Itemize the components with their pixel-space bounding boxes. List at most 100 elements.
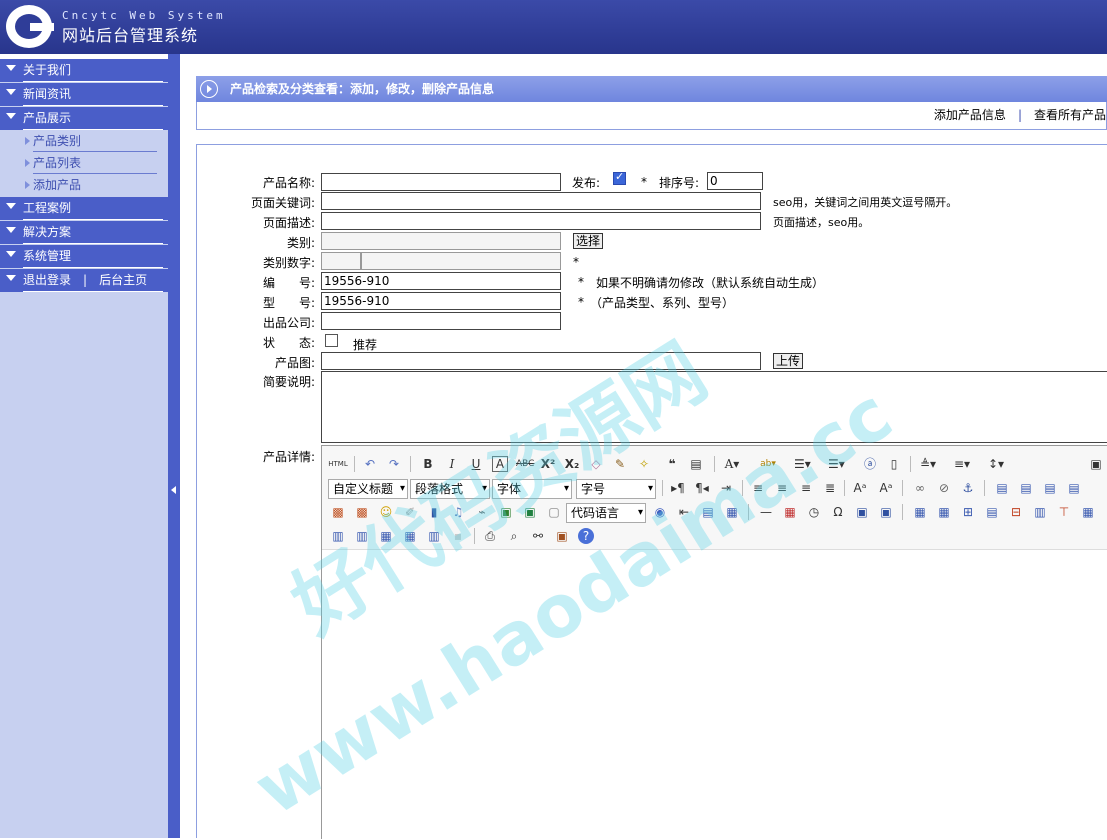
product-name-input[interactable] xyxy=(321,173,561,191)
sidebar-subitem-product-list[interactable]: 产品列表 xyxy=(0,153,168,175)
date-icon[interactable]: ▦ xyxy=(782,504,798,520)
delete-table-icon[interactable]: ▦ xyxy=(936,504,952,520)
sidebar-item-products[interactable]: 产品展示 xyxy=(0,107,168,131)
scrawl-icon[interactable]: ✐ xyxy=(402,504,418,520)
add-product-link[interactable]: 添加产品信息 xyxy=(934,108,1006,122)
redo-icon[interactable]: ↷ xyxy=(386,456,402,472)
direction-rtl-icon[interactable]: ¶◂ xyxy=(694,480,710,496)
delete-row-icon[interactable]: ⊟ xyxy=(1008,504,1024,520)
time-icon[interactable]: ◷ xyxy=(806,504,822,520)
sidebar-item-about[interactable]: 关于我们 xyxy=(0,59,168,83)
font-size-select[interactable]: 字号 xyxy=(576,479,656,499)
drafts-icon[interactable]: ▣ xyxy=(554,528,570,544)
undo-icon[interactable]: ↶ xyxy=(362,456,378,472)
summary-textarea[interactable] xyxy=(321,371,1107,443)
fullscreen-icon[interactable]: ▣ xyxy=(1088,456,1104,472)
horizontal-rule-icon[interactable]: — xyxy=(758,504,774,520)
image-center-icon[interactable]: ▤ xyxy=(1066,480,1082,496)
preview-icon[interactable]: ⌕ xyxy=(506,528,522,544)
strikethrough-icon[interactable]: ABC xyxy=(516,456,534,472)
print-icon[interactable]: ⎙ xyxy=(482,528,498,544)
view-all-products-link[interactable]: 查看所有产品 xyxy=(1034,108,1106,122)
background-color-icon[interactable]: ab▾ xyxy=(760,456,776,472)
model-input[interactable]: 19556-910 xyxy=(321,292,561,310)
link-icon[interactable]: ∞ xyxy=(912,480,928,496)
logout-link[interactable]: 退出登录 xyxy=(23,273,71,287)
sidebar-item-news[interactable]: 新闻资讯 xyxy=(0,83,168,107)
sidebar-toggle-handle[interactable] xyxy=(168,54,180,838)
underline-icon[interactable]: U xyxy=(468,456,484,472)
ordered-list-icon[interactable]: ☰▾ xyxy=(794,456,811,472)
help-icon[interactable]: ? xyxy=(578,528,594,544)
page-break-icon[interactable]: ⇤ xyxy=(676,504,692,520)
sidebar-item-solutions[interactable]: 解决方案 xyxy=(0,221,168,245)
word-image-icon[interactable]: ▣ xyxy=(878,504,894,520)
snap-screen-icon[interactable]: ▣ xyxy=(854,504,870,520)
split-cells-icon[interactable]: ▦ xyxy=(378,528,394,544)
image-float-none-icon[interactable]: ▤ xyxy=(994,480,1010,496)
image-float-left-icon[interactable]: ▤ xyxy=(1018,480,1034,496)
custom-heading-select[interactable]: 自定义标题 xyxy=(328,479,408,499)
align-justify-icon[interactable]: ≣ xyxy=(822,480,838,496)
insert-table-icon[interactable]: ▦ xyxy=(912,504,928,520)
description-input[interactable] xyxy=(321,212,761,230)
auto-format-icon[interactable]: ✧ xyxy=(636,456,652,472)
indent-icon[interactable]: ⇥ xyxy=(718,480,734,496)
gmap-icon[interactable]: ▣ xyxy=(522,504,538,520)
align-center-icon[interactable]: ≡ xyxy=(774,480,790,496)
editor-body[interactable] xyxy=(322,550,1107,840)
code-language-select[interactable]: 代码语言 xyxy=(566,503,646,523)
uppercase-icon[interactable]: Aᵃ xyxy=(852,480,868,496)
publish-checkbox[interactable] xyxy=(613,170,626,185)
emotion-icon[interactable]: ☺ xyxy=(378,504,394,520)
company-input[interactable] xyxy=(321,312,561,330)
superscript-icon[interactable]: X² xyxy=(540,456,556,472)
image-path-input[interactable] xyxy=(321,352,761,370)
map-icon[interactable]: ▣ xyxy=(498,504,514,520)
eraser-icon[interactable]: ◇ xyxy=(588,456,604,472)
format-brush-icon[interactable]: ✎ xyxy=(612,456,628,472)
merge-cells-icon[interactable]: ▦ xyxy=(1080,504,1096,520)
search-replace-icon[interactable]: ⚯ xyxy=(530,528,546,544)
align-right-icon[interactable]: ≡ xyxy=(798,480,814,496)
code-input[interactable]: 19556-910 xyxy=(321,272,561,290)
merge-right-icon[interactable]: ▥ xyxy=(330,528,346,544)
web-app-icon[interactable]: ◉ xyxy=(652,504,668,520)
sidebar-item-system[interactable]: 系统管理 xyxy=(0,245,168,269)
bold-icon[interactable]: B xyxy=(420,456,436,472)
italic-icon[interactable]: I xyxy=(444,456,460,472)
insert-frame-icon[interactable]: ▢ xyxy=(546,504,562,520)
sidebar-subitem-product-category[interactable]: 产品类别 xyxy=(0,131,168,153)
select-all-icon[interactable]: ⓐ xyxy=(862,456,878,472)
sidebar-item-cases[interactable]: 工程案例 xyxy=(0,197,168,221)
upload-button[interactable]: 上传 xyxy=(773,353,804,369)
font-border-icon[interactable]: A xyxy=(492,456,508,472)
sort-input[interactable]: 0 xyxy=(707,172,763,190)
paragraph-format-select[interactable]: 段落格式 xyxy=(410,479,490,499)
sidebar-subitem-add-product[interactable]: 添加产品 xyxy=(0,175,168,197)
row-spacing-bottom-icon[interactable]: ≡▾ xyxy=(954,456,970,472)
template-icon[interactable]: ▤ xyxy=(700,504,716,520)
row-spacing-top-icon[interactable]: ≜▾ xyxy=(920,456,936,472)
attachment-icon[interactable]: ⌁ xyxy=(474,504,490,520)
special-chars-icon[interactable]: Ω xyxy=(830,504,846,520)
insert-video-icon[interactable]: ▮ xyxy=(426,504,442,520)
subscript-icon[interactable]: X₂ xyxy=(564,456,580,472)
chart-icon[interactable]: ▪ xyxy=(450,528,466,544)
insert-col-icon[interactable]: ▥ xyxy=(1032,504,1048,520)
font-color-icon[interactable]: A▾ xyxy=(724,456,740,472)
direction-ltr-icon[interactable]: ▸¶ xyxy=(670,480,686,496)
recommend-checkbox[interactable] xyxy=(325,334,338,347)
clear-doc-icon[interactable]: ▯ xyxy=(886,456,902,472)
image-float-right-icon[interactable]: ▤ xyxy=(1042,480,1058,496)
insert-image-icon[interactable]: ▩ xyxy=(330,504,346,520)
unlink-icon[interactable]: ⊘ xyxy=(936,480,952,496)
delete-col-icon[interactable]: ⊤ xyxy=(1056,504,1072,520)
insert-paragraph-before-table-icon[interactable]: ⊞ xyxy=(960,504,976,520)
multi-image-icon[interactable]: ▩ xyxy=(354,504,370,520)
admin-home-link[interactable]: 后台主页 xyxy=(99,273,147,287)
background-icon[interactable]: ▦ xyxy=(724,504,740,520)
font-family-select[interactable]: 字体 xyxy=(492,479,572,499)
music-icon[interactable]: ♫ xyxy=(450,504,466,520)
split-rows-icon[interactable]: ▦ xyxy=(402,528,418,544)
